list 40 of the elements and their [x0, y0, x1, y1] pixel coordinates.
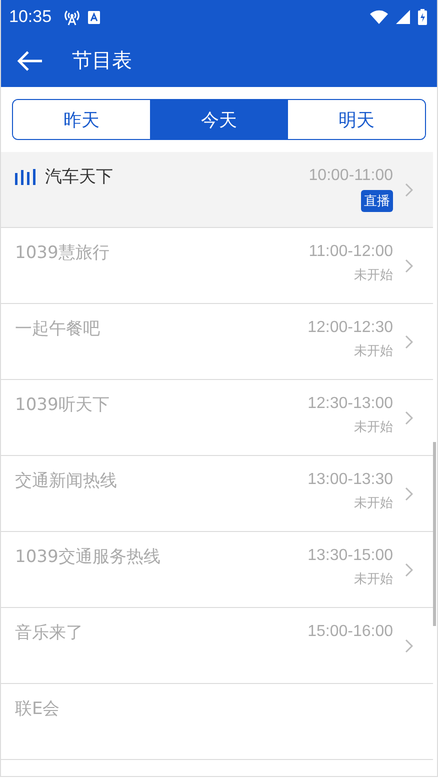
program-name: 1039慧旅行 [15, 242, 110, 264]
status-time: 10:35 [9, 7, 52, 27]
chevron-right-icon [405, 486, 413, 500]
audio-bars-icon [15, 168, 37, 184]
chevron-right-icon [405, 182, 413, 196]
program-status: 未开始 [354, 419, 393, 436]
day-tab[interactable]: 明天 [287, 100, 425, 139]
day-tab[interactable]: 今天 [150, 100, 288, 139]
program-name: 一起午餐吧 [15, 318, 100, 340]
program-name: 联E会 [15, 698, 60, 720]
chevron-right-icon [405, 562, 413, 576]
program-time: 15:00-16:00 [308, 623, 393, 641]
program-time: 13:30-15:00 [308, 547, 393, 565]
program-time: 12:00-12:30 [308, 319, 393, 337]
program-name: 1039听天下 [15, 394, 110, 416]
chevron-right-icon [405, 334, 413, 348]
program-time: 12:30-13:00 [308, 395, 393, 413]
program-status: 未开始 [354, 343, 393, 360]
program-name: 汽车天下 [45, 166, 113, 188]
program-name: 音乐来了 [15, 622, 83, 644]
program-name: 1039交通服务热线 [15, 546, 160, 568]
program-status: 未开始 [354, 571, 393, 588]
notification-icon [88, 10, 100, 24]
program-status: 未开始 [354, 495, 393, 512]
chevron-right-icon [405, 638, 413, 652]
live-badge: 直播 [361, 190, 393, 212]
program-row[interactable]: 汽车天下 10:00-11:00 直播 [1, 152, 433, 228]
program-name: 交通新闻热线 [15, 470, 117, 492]
signal-icon [396, 10, 410, 24]
program-status: 未开始 [354, 267, 393, 284]
back-arrow-icon[interactable] [17, 50, 43, 70]
battery-icon [418, 9, 427, 25]
program-time: 11:00-12:00 [308, 243, 393, 261]
antenna-icon [64, 8, 80, 26]
wifi-icon [370, 10, 388, 24]
chevron-right-icon [405, 258, 413, 272]
program-time: 13:00-13:30 [308, 471, 393, 489]
chevron-right-icon [405, 410, 413, 424]
screen-title: 节目表 [72, 47, 132, 74]
program-time: 10:00-11:00 [308, 167, 393, 185]
